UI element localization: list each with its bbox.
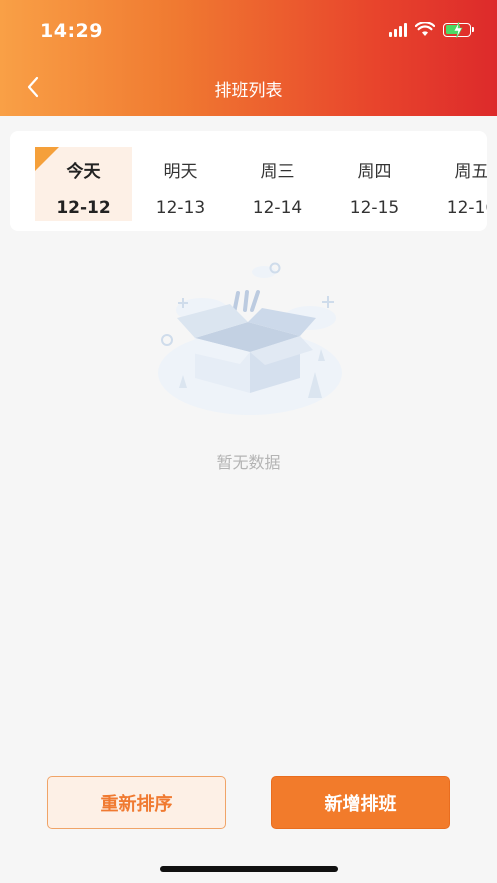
page-title: 排班列表 xyxy=(214,81,283,101)
date-tab-today[interactable]: 今天 12-12 xyxy=(35,147,132,221)
empty-state-text: 暂无数据 xyxy=(216,453,281,472)
date-tab-day: 今天 xyxy=(66,162,101,182)
date-tab-day: 周四 xyxy=(357,162,392,182)
date-tab-bar: 今天 12-12 明天 12-13 周三 12-14 周四 12-15 周五 1… xyxy=(10,131,487,231)
date-tab-day: 周三 xyxy=(260,162,295,182)
selected-corner-marker xyxy=(35,147,59,171)
date-tab-day: 明天 xyxy=(163,162,198,182)
status-icons xyxy=(389,21,474,38)
app-header: 14:29 排班列表 xyxy=(0,0,497,116)
date-tab-date: 12-13 xyxy=(155,198,206,218)
battery-charging-icon xyxy=(443,21,474,38)
date-tab-tomorrow[interactable]: 明天 12-13 xyxy=(132,147,229,221)
reorder-button[interactable]: 重新排序 xyxy=(47,776,226,829)
home-indicator xyxy=(160,866,338,872)
date-tab-friday[interactable]: 周五 12-16 xyxy=(423,147,487,221)
empty-box-icon xyxy=(150,258,350,423)
wifi-icon xyxy=(415,22,435,36)
add-schedule-button[interactable]: 新增排班 xyxy=(271,776,450,829)
date-tab-date: 12-16 xyxy=(446,198,487,218)
date-tab-date: 12-14 xyxy=(252,198,303,218)
status-time: 14:29 xyxy=(40,20,103,42)
date-tab-date: 12-12 xyxy=(56,198,111,218)
date-tab-day: 周五 xyxy=(454,162,488,182)
date-tab-wednesday[interactable]: 周三 12-14 xyxy=(229,147,326,221)
cellular-signal-icon xyxy=(389,22,407,37)
date-tab-date: 12-15 xyxy=(349,198,400,218)
date-tab-thursday[interactable]: 周四 12-15 xyxy=(326,147,423,221)
